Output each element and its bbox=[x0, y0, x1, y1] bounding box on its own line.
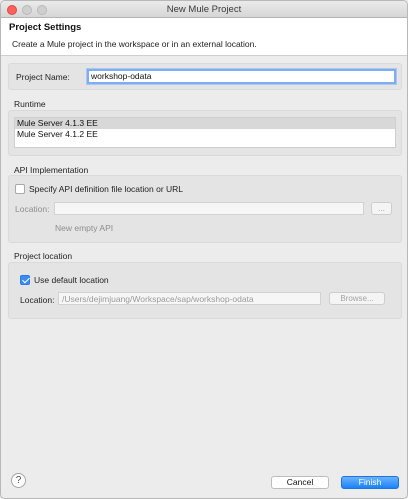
api-location-input[interactable] bbox=[54, 202, 364, 215]
use-default-location-label: Use default location bbox=[34, 275, 109, 285]
specify-api-checkbox-label: Specify API definition file location or … bbox=[29, 184, 184, 194]
use-default-location-checkbox[interactable] bbox=[20, 275, 30, 285]
help-icon[interactable]: ? bbox=[11, 473, 26, 488]
runtime-section-title: Runtime bbox=[14, 99, 46, 109]
api-location-label: Location: bbox=[15, 204, 50, 214]
api-implementation-section-title: API Implementation bbox=[14, 165, 89, 175]
project-location-section-title: Project location bbox=[14, 251, 73, 261]
header-banner: Project Settings Create a Mule project i… bbox=[1, 18, 407, 56]
new-empty-api-link[interactable]: New empty API bbox=[55, 223, 113, 233]
project-location-label: Location: bbox=[20, 295, 55, 305]
project-location-browse-button[interactable]: Browse... bbox=[329, 292, 385, 305]
page-title: Project Settings bbox=[9, 22, 82, 33]
page-description: Create a Mule project in the workspace o… bbox=[12, 39, 257, 49]
runtime-list-item[interactable]: Mule Server 4.1.3 EE bbox=[15, 118, 395, 129]
project-name-input[interactable]: workshop-odata bbox=[87, 69, 396, 84]
new-mule-project-dialog: New Mule Project Project Settings Create… bbox=[0, 0, 408, 499]
finish-button[interactable]: Finish bbox=[341, 476, 399, 489]
project-location-input[interactable]: /Users/dejimjuang/Workspace/sap/workshop… bbox=[58, 292, 321, 305]
specify-api-checkbox[interactable] bbox=[15, 184, 25, 194]
cancel-button[interactable]: Cancel bbox=[271, 476, 329, 489]
project-location-group bbox=[8, 262, 402, 319]
project-name-label: Project Name: bbox=[16, 72, 70, 82]
runtime-list-item[interactable]: Mule Server 4.1.2 EE bbox=[15, 129, 395, 140]
title-bar: New Mule Project bbox=[1, 1, 407, 18]
runtime-list[interactable]: Mule Server 4.1.3 EE Mule Server 4.1.2 E… bbox=[14, 117, 396, 148]
api-browse-button[interactable]: ... bbox=[371, 202, 392, 215]
window-title: New Mule Project bbox=[166, 4, 242, 15]
